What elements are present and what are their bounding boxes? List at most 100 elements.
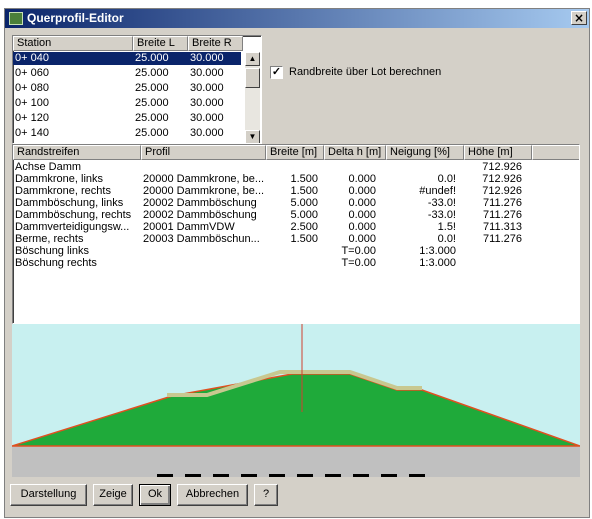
hoehe-cell: 711.276 [483, 209, 522, 221]
table-row[interactable]: Berme, rechts 20003 Dammböschun... 1.500 0.… [13, 233, 579, 245]
profil-cell: 20001 DammVDW [143, 221, 235, 233]
delta-h-cell: 0.000 [348, 221, 376, 233]
station-row[interactable]: 0+ 120 25.000 30.000 [13, 112, 241, 125]
breite-cell [266, 245, 318, 257]
delta-h-cell: 0.000 [348, 185, 376, 197]
breite-l-cell: 25.000 [135, 97, 169, 109]
breite-r-cell: 30.000 [190, 52, 224, 64]
randstreifen-cell: Dammverteidigungsw... [15, 221, 130, 233]
hoehe-cell: 711.276 [483, 197, 522, 209]
neigung-cell [386, 161, 456, 173]
profil-cell: 20002 Dammböschung [143, 197, 257, 209]
breite-l-cell: 25.000 [135, 67, 169, 79]
breite-cell [266, 257, 318, 269]
table-row[interactable]: Böschung rechts T=0.00 1:3.000 [13, 257, 579, 269]
station-row[interactable]: 0+ 100 25.000 30.000 [13, 97, 241, 110]
hoehe-cell: 712.926 [482, 173, 522, 185]
breite-cell: 2.500 [290, 221, 318, 233]
neigung-cell: 0.0! [437, 233, 456, 245]
randbreite-checkbox[interactable]: ✓ [270, 66, 283, 79]
profil-column-header[interactable]: Profil [141, 145, 266, 160]
breite-l-cell: 25.000 [135, 112, 169, 124]
station-cell: 0+ 060 [15, 67, 49, 79]
breite-r-cell: 30.000 [190, 82, 224, 94]
station-cell: 0+ 040 [15, 52, 49, 64]
randstreifen-table[interactable]: Randstreifen Profil Breite [m] Delta h [… [12, 144, 580, 324]
randstreifen-cell: Dammböschung, links [15, 197, 124, 209]
hoehe-cell: 711.313 [483, 221, 522, 233]
ground-strip [12, 446, 580, 477]
breite-cell: 1.500 [290, 185, 318, 197]
station-cell: 0+ 120 [15, 112, 49, 124]
randstreifen-cell: Dammböschung, rechts [15, 209, 132, 221]
darstellung-button[interactable]: Darstellung [10, 484, 87, 506]
table-row[interactable]: Dammkrone, rechts 20000 Dammkrone, be... 1… [13, 185, 579, 197]
randstreifen-cell: Berme, rechts [15, 233, 84, 245]
breite-column-header[interactable]: Breite [m] [266, 145, 324, 160]
breite-r-cell: 30.000 [190, 97, 224, 109]
neigung-cell: 0.0! [437, 173, 456, 185]
station-cell: 0+ 140 [15, 127, 49, 139]
title-bar: Querprofil-Editor × [5, 9, 589, 28]
profil-cell: 20003 Dammböschun... [143, 233, 260, 245]
neigung-cell: 1:3.000 [419, 245, 456, 257]
table-row[interactable]: Dammböschung, links 20002 Dammböschung 5.0… [13, 197, 579, 209]
breite-r-cell: 30.000 [190, 67, 224, 79]
empty-column-header [532, 145, 579, 160]
breite-cell: 5.000 [290, 197, 318, 209]
breite-cell: 5.000 [290, 209, 318, 221]
station-row[interactable]: 0+ 080 25.000 30.000 [13, 82, 241, 95]
station-row[interactable]: 0+ 140 25.000 30.000 [13, 127, 241, 140]
table-row[interactable]: Dammverteidigungsw... 20001 DammVDW 2.500 0… [13, 221, 579, 233]
hoehe-cell [464, 245, 522, 257]
station-row[interactable]: 0+ 040 25.000 30.000 [13, 52, 241, 65]
breite-r-cell: 30.000 [190, 112, 224, 124]
hoehe-cell: 711.276 [483, 233, 522, 245]
window-title: Querprofil-Editor [27, 11, 124, 25]
breite-cell: 1.500 [290, 173, 318, 185]
breite-l-cell: 25.000 [135, 127, 169, 139]
delta-h-cell: 0.000 [348, 209, 376, 221]
randstreifen-cell: Dammkrone, links [15, 173, 104, 185]
hoehe-cell [464, 257, 522, 269]
table-row[interactable]: Dammkrone, links 20000 Dammkrone, be... 1.… [13, 173, 579, 185]
breite-r-cell: 30.000 [190, 127, 224, 139]
breite-cell: 1.500 [290, 233, 318, 245]
randstreifen-cell: Achse Damm [15, 161, 82, 173]
breite-r-column-header[interactable]: Breite R [188, 36, 243, 51]
profil-cell: 20002 Dammböschung [143, 209, 257, 221]
table-row[interactable]: Dammböschung, rechts 20002 Dammböschung 5.… [13, 209, 579, 221]
profil-cell [143, 245, 265, 257]
delta-h-cell: 0.000 [348, 173, 376, 185]
station-column-header[interactable]: Station [13, 36, 133, 51]
scroll-up-icon[interactable]: ▲ [245, 52, 260, 66]
abbrechen-button[interactable]: Abbrechen [177, 484, 248, 506]
profil-cell: 20000 Dammkrone, be... [143, 185, 265, 197]
close-button[interactable]: × [571, 11, 587, 25]
table-row[interactable]: Böschung links T=0.00 1:3.000 [13, 245, 579, 257]
zeige-button[interactable]: Zeige [93, 484, 133, 506]
delta-h-column-header[interactable]: Delta h [m] [324, 145, 386, 160]
scroll-thumb[interactable] [245, 68, 260, 88]
neigung-cell: 1.5! [437, 221, 456, 233]
profil-cell: 20000 Dammkrone, be... [143, 173, 265, 185]
neigung-column-header[interactable]: Neigung [%] [386, 145, 464, 160]
scroll-down-icon[interactable]: ▼ [245, 130, 260, 143]
breite-l-column-header[interactable]: Breite L [133, 36, 188, 51]
table-row[interactable]: Achse Damm 712.926 [13, 161, 579, 173]
randbreite-label: Randbreite über Lot berechnen [289, 66, 442, 78]
help-button[interactable]: ? [254, 484, 278, 506]
station-cell: 0+ 080 [15, 82, 49, 94]
neigung-cell: -33.0! [427, 197, 456, 209]
ok-button[interactable]: Ok [139, 484, 171, 506]
hoehe-column-header[interactable]: Höhe [m] [464, 145, 532, 160]
randstreifen-column-header[interactable]: Randstreifen [13, 145, 141, 160]
station-list-scrollbar[interactable]: ▲ ▼ [245, 52, 260, 143]
cross-section-view [12, 324, 580, 477]
station-list[interactable]: Station Breite L Breite R 0+ 040 25.000 30… [12, 35, 262, 144]
profil-cell [143, 257, 265, 269]
delta-h-cell: 0.000 [348, 233, 376, 245]
station-cell: 0+ 100 [15, 97, 49, 109]
delta-h-cell [324, 161, 376, 173]
station-row[interactable]: 0+ 060 25.000 30.000 [13, 67, 241, 80]
